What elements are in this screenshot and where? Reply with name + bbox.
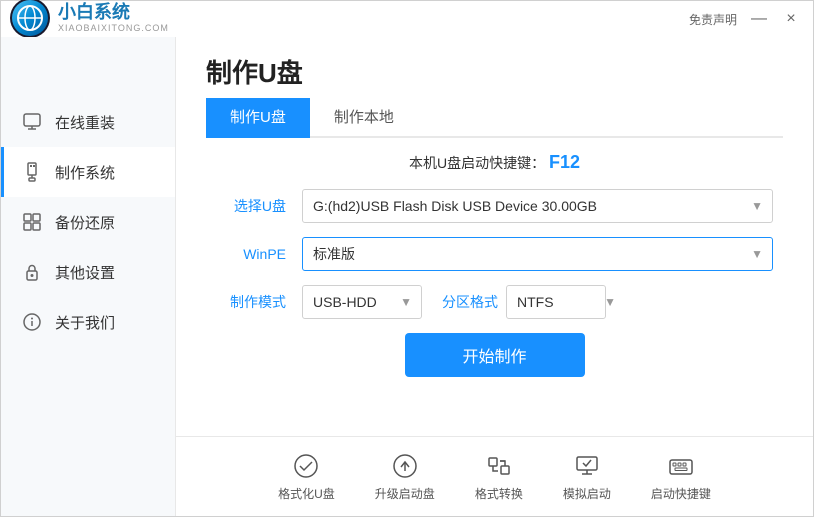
app-logo <box>10 0 50 38</box>
logo-inner <box>12 0 48 36</box>
sidebar-item-online-reinstall[interactable]: 在线重装 <box>1 97 175 147</box>
content-area: 制作U盘 制作U盘 制作本地 本机U盘启动快捷键： F12 <box>176 37 813 516</box>
tab-make-local[interactable]: 制作本地 <box>310 98 418 138</box>
start-button[interactable]: 开始制作 <box>405 333 585 377</box>
sidebar-item-online-reinstall-label: 在线重装 <box>55 112 115 133</box>
sidebar-header <box>1 47 175 97</box>
close-button[interactable]: × <box>781 10 801 28</box>
upload-icon <box>390 451 420 481</box>
sidebar-item-other-settings-label: 其他设置 <box>55 262 115 283</box>
mode-select[interactable]: USB-HDD <box>302 285 422 319</box>
toolbar-item-format-convert[interactable]: 格式转换 <box>475 451 523 502</box>
sidebar-item-about-us[interactable]: 关于我们 <box>1 297 175 347</box>
usb-select-wrapper: G:(hd2)USB Flash Disk USB Device 30.00GB… <box>302 189 773 223</box>
titlebar: 小白系统 XIAOBAIXITONG.COM 免责声明 — × <box>1 1 813 37</box>
toolbar-boot-hotkey-label: 启动快捷键 <box>651 485 711 502</box>
main-window: 小白系统 XIAOBAIXITONG.COM 免责声明 — × <box>0 0 814 517</box>
toolbar-format-usb-label: 格式化U盘 <box>278 485 335 502</box>
titlebar-left: 小白系统 XIAOBAIXITONG.COM <box>0 0 169 36</box>
hotkey-notice: 本机U盘启动快捷键： F12 <box>216 152 773 173</box>
partition-group: 分区格式 NTFS ▼ <box>442 285 626 319</box>
keyboard-icon <box>666 451 696 481</box>
mode-partition-row: 制作模式 USB-HDD ▼ 分区格式 NTFS ▼ <box>216 285 773 319</box>
hotkey-value: F12 <box>549 152 580 172</box>
tabs-bar: 制作U盘 制作本地 <box>206 98 783 138</box>
grid-icon <box>21 211 43 233</box>
toolbar-item-boot-hotkey[interactable]: 启动快捷键 <box>651 451 711 502</box>
toolbar-item-format-usb[interactable]: 格式化U盘 <box>278 451 335 502</box>
sidebar: 在线重装 制作系统 <box>1 37 176 516</box>
info-icon <box>21 311 43 333</box>
sidebar-item-backup-restore[interactable]: 备份还原 <box>1 197 175 247</box>
page-title-bar: 制作U盘 <box>176 37 813 98</box>
sidebar-item-backup-restore-label: 备份还原 <box>55 212 115 233</box>
winpe-row: WinPE 标准版 ▼ <box>216 237 773 271</box>
disclaimer-link[interactable]: 免责声明 <box>689 11 737 28</box>
check-circle-icon <box>291 451 321 481</box>
form-content: 本机U盘启动快捷键： F12 选择U盘 G:(hd2)USB Flash Dis… <box>176 138 813 436</box>
sidebar-item-make-system[interactable]: 制作系统 <box>1 147 175 197</box>
winpe-select-wrapper: 标准版 ▼ <box>302 237 773 271</box>
sidebar-item-make-system-label: 制作系统 <box>55 162 115 183</box>
page-title: 制作U盘 <box>206 53 303 90</box>
tab-make-usb[interactable]: 制作U盘 <box>206 98 310 138</box>
winpe-label: WinPE <box>216 246 286 262</box>
mode-label: 制作模式 <box>216 292 286 312</box>
bottom-toolbar: 格式化U盘 升级启动盘 <box>176 436 813 516</box>
logo-text: 小白系统 XIAOBAIXITONG.COM <box>58 2 169 34</box>
sidebar-item-other-settings[interactable]: 其他设置 <box>1 247 175 297</box>
toolbar-format-convert-label: 格式转换 <box>475 485 523 502</box>
sidebar-item-about-us-label: 关于我们 <box>55 312 115 333</box>
toolbar-upgrade-boot-label: 升级启动盘 <box>375 485 435 502</box>
partition-label: 分区格式 <box>442 292 498 312</box>
toolbar-simulate-boot-label: 模拟启动 <box>563 485 611 502</box>
usb-selection-row: 选择U盘 G:(hd2)USB Flash Disk USB Device 30… <box>216 189 773 223</box>
usb-select[interactable]: G:(hd2)USB Flash Disk USB Device 30.00GB <box>302 189 773 223</box>
mode-partition-inline: USB-HDD ▼ 分区格式 NTFS ▼ <box>302 285 626 319</box>
partition-select[interactable]: NTFS <box>506 285 606 319</box>
logo-sub-text: XIAOBAIXITONG.COM <box>58 23 169 34</box>
main-layout: 在线重装 制作系统 <box>1 37 813 516</box>
desktop-icon <box>572 451 602 481</box>
logo-icon <box>16 4 44 32</box>
minimize-button[interactable]: — <box>749 10 769 28</box>
usb-icon <box>21 161 43 183</box>
titlebar-actions: 免责声明 — × <box>689 10 801 28</box>
monitor-icon <box>21 111 43 133</box>
toolbar-item-upgrade-boot[interactable]: 升级启动盘 <box>375 451 435 502</box>
toolbar-item-simulate-boot[interactable]: 模拟启动 <box>563 451 611 502</box>
partition-select-wrapper: NTFS ▼ <box>506 285 626 319</box>
winpe-select[interactable]: 标准版 <box>302 237 773 271</box>
logo-main-text: 小白系统 <box>58 2 169 24</box>
lock-icon <box>21 261 43 283</box>
convert-icon <box>484 451 514 481</box>
usb-label: 选择U盘 <box>216 196 286 216</box>
mode-select-wrapper: USB-HDD ▼ <box>302 285 422 319</box>
